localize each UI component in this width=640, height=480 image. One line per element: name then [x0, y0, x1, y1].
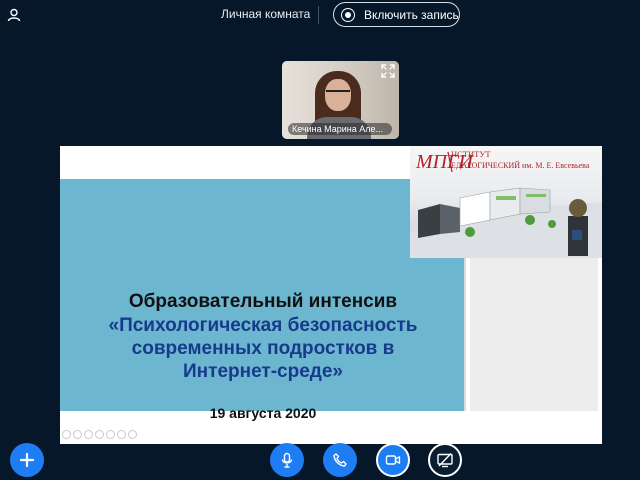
institute-name-line1: НСТИТУТ	[451, 149, 491, 159]
slide-tool-icon[interactable]	[95, 430, 104, 439]
slide-tool-icon[interactable]	[106, 430, 115, 439]
institute-banner: МПГИ НСТИТУТ ЕДАГОГИЧЕСКИЙ им. М. Е. Евс…	[410, 146, 602, 258]
fullscreen-icon[interactable]	[381, 64, 395, 78]
microphone-icon	[281, 452, 293, 468]
slide-subtitle-line: Интернет-среде»	[183, 361, 343, 382]
top-bar: Личная комната Включить запись	[0, 0, 640, 30]
camera-icon	[385, 455, 401, 465]
record-icon	[341, 7, 355, 22]
microphone-button[interactable]	[270, 443, 304, 477]
slide-tool-icon[interactable]	[73, 430, 82, 439]
phone-icon	[333, 453, 347, 467]
screen-share-off-icon	[437, 453, 453, 468]
add-icon	[19, 452, 35, 468]
record-button[interactable]: Включить запись	[333, 2, 460, 27]
slide-tool-icon[interactable]	[128, 430, 137, 439]
add-button[interactable]	[10, 443, 44, 477]
slide-title: Образовательный интенсив	[128, 291, 398, 312]
institute-name-line2: ЕДАГОГИЧЕСКИЙ им. М. Е. Евсевьева	[451, 161, 590, 170]
slide-subtitle: «Психологическая безопасность современны…	[60, 314, 466, 383]
phone-button[interactable]	[323, 443, 357, 477]
slide-title-panel: Образовательный интенсив «Психологическа…	[60, 179, 466, 421]
user-icon	[7, 8, 21, 22]
slide-side-panel	[470, 258, 598, 411]
presentation-slide: Образовательный интенсив «Психологическа…	[60, 146, 602, 444]
slide-toolbar	[60, 430, 142, 442]
room-name: Личная комната	[221, 7, 311, 21]
slide-subtitle-line: современных подростков в	[131, 338, 395, 359]
slide-tool-icon[interactable]	[62, 430, 71, 439]
screen-share-button[interactable]	[428, 443, 462, 477]
webcam-tile[interactable]: Кечина Марина Але...	[282, 61, 399, 139]
slide-date: 19 августа 2020	[209, 405, 317, 421]
institute-buildings-illustration	[410, 187, 602, 258]
slide-subtitle-line: «Психологическая безопасность	[108, 315, 418, 336]
divider	[318, 6, 319, 24]
webcam-person-glasses	[326, 90, 350, 97]
user-button[interactable]	[5, 6, 23, 24]
slide-tool-icon[interactable]	[117, 430, 126, 439]
record-label: Включить запись	[364, 7, 459, 22]
participant-name: Кечина Марина Але...	[288, 123, 392, 135]
slide-tool-icon[interactable]	[84, 430, 93, 439]
camera-button[interactable]	[376, 443, 410, 477]
